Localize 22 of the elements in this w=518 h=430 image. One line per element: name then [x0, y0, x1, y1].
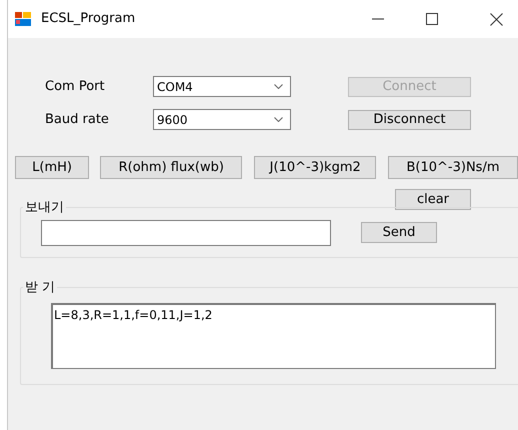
send-input[interactable] [41, 220, 331, 246]
app-icon [15, 12, 31, 26]
close-icon[interactable] [490, 12, 503, 26]
unit-button[interactable]: L(mH) [15, 156, 90, 179]
connection-button[interactable]: Disconnect [348, 110, 471, 130]
send-button[interactable]: Send [361, 222, 437, 243]
clear-button[interactable]: clear [395, 189, 471, 210]
unit-button[interactable]: R(ohm) flux(wb) [100, 156, 242, 179]
combo-box[interactable]: COM4 [153, 76, 291, 97]
group-title: 보내기 [24, 199, 65, 217]
field-label: Baud rate [45, 110, 110, 129]
chevron-down-icon [274, 84, 283, 89]
group-title: 받 기 [24, 279, 56, 297]
maximize-icon[interactable] [426, 13, 438, 25]
combo-box[interactable]: 9600 [153, 109, 291, 130]
unit-button[interactable]: J(10^-3)kgm2 [254, 156, 376, 179]
minimize-icon[interactable] [372, 18, 384, 20]
receive-text-area[interactable]: L=8,3,R=1,1,f=0,11,J=1,2 [51, 302, 496, 368]
field-label: Com Port [45, 78, 106, 96]
chevron-down-icon [274, 117, 283, 122]
unit-button[interactable]: B(10^-3)Ns/m [388, 156, 518, 179]
window-title: ECSL_Program [41, 10, 136, 28]
